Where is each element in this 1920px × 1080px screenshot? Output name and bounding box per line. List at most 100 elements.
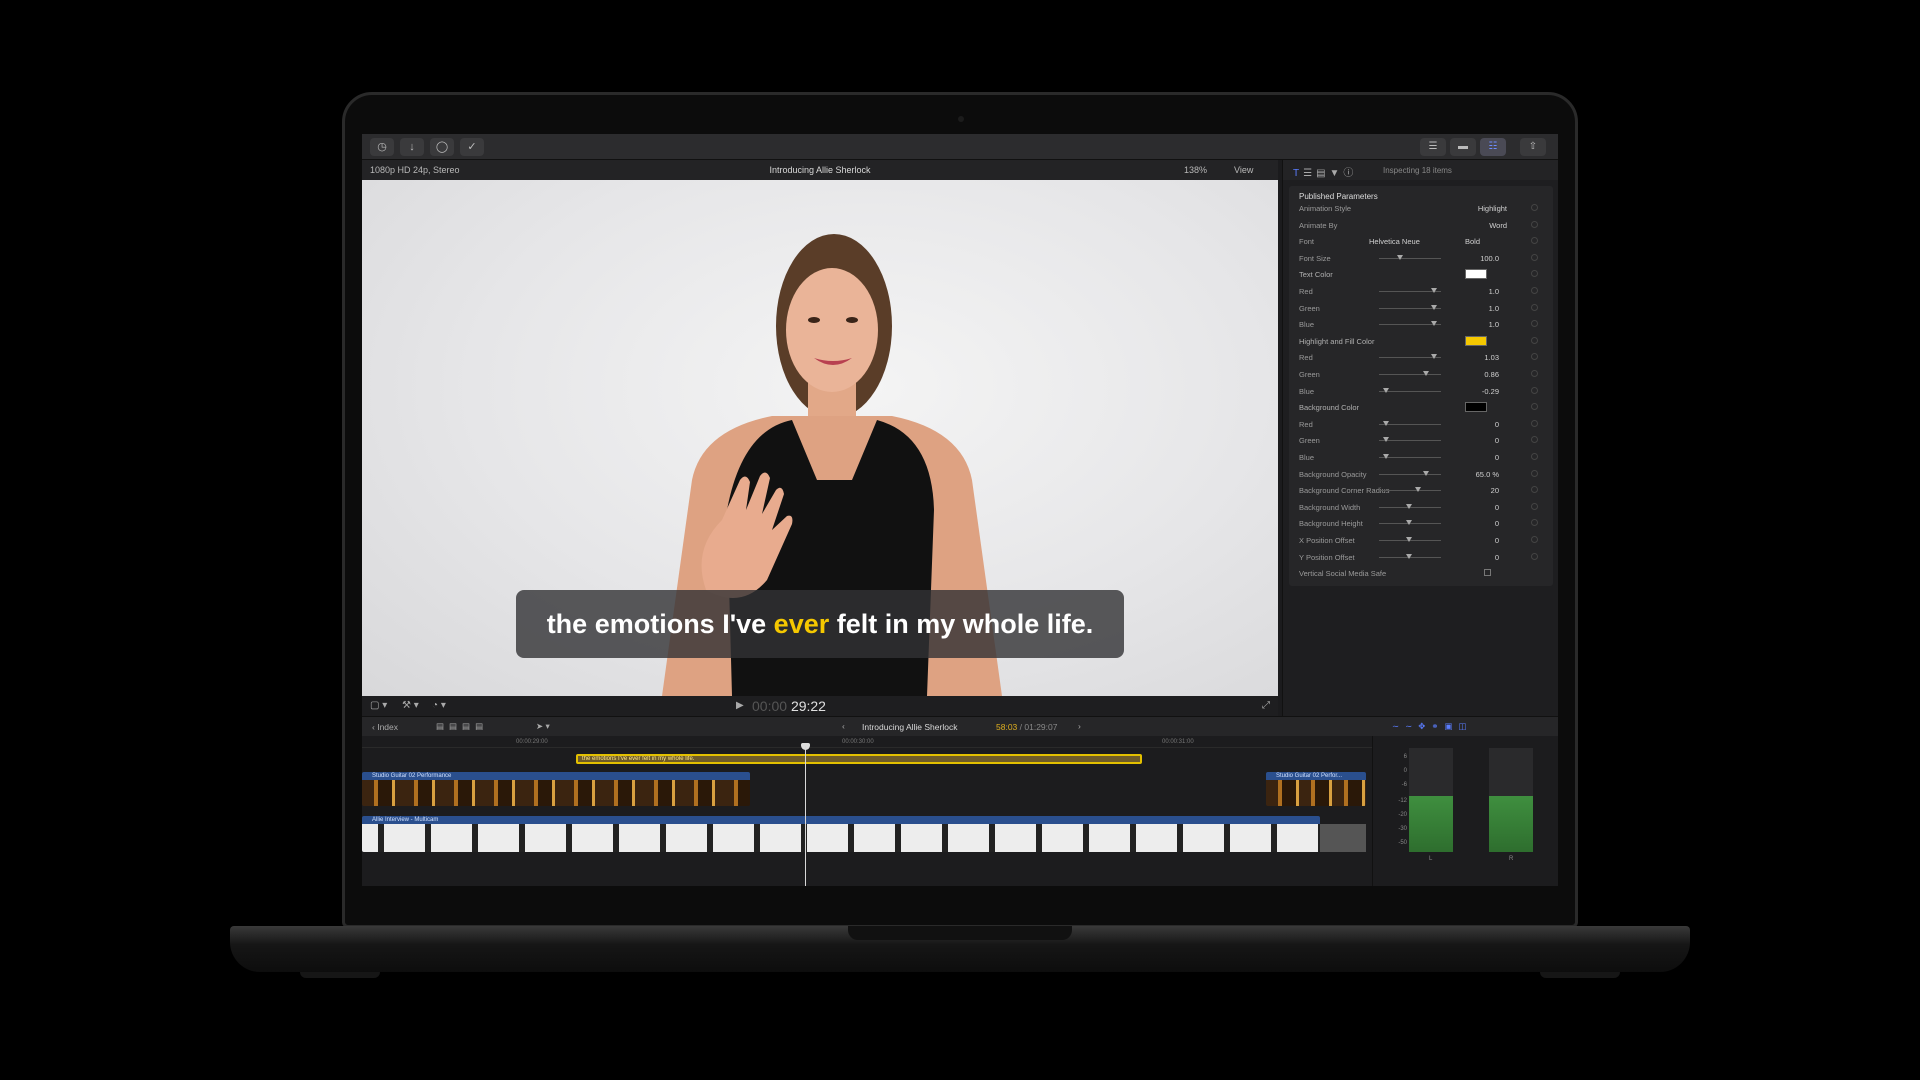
param-value[interactable]: 0.86 (1465, 370, 1499, 379)
param-slider[interactable] (1379, 354, 1441, 360)
reset-icon[interactable] (1531, 502, 1538, 510)
param-value[interactable]: 0 (1465, 536, 1499, 545)
param-row-hl-color[interactable]: Highlight and Fill Color (1289, 333, 1553, 349)
param-row-bg-opacity[interactable]: Background Opacity 65.0 % (1289, 466, 1553, 482)
share-icon[interactable]: ⇧ (1520, 138, 1546, 156)
index-button[interactable]: ‹ Index (372, 722, 398, 732)
reset-icon[interactable] (1531, 436, 1538, 444)
reset-icon[interactable] (1531, 270, 1538, 278)
reset-icon[interactable] (1531, 370, 1538, 377)
param-slider[interactable] (1379, 437, 1441, 443)
reset-icon[interactable] (1531, 469, 1538, 477)
param-row-animation-style[interactable]: Animation Style Highlight (1289, 200, 1553, 216)
slider-knob[interactable] (1406, 553, 1412, 559)
param-value[interactable]: 0 (1465, 519, 1499, 528)
text-tab-icon[interactable]: T (1293, 168, 1303, 179)
reset-icon[interactable] (1531, 237, 1538, 245)
param-slider[interactable] (1379, 553, 1441, 559)
param-row-text-color[interactable]: Text Color (1289, 266, 1553, 282)
slider-knob[interactable] (1415, 487, 1421, 493)
slider-knob[interactable] (1383, 454, 1389, 459)
inspector-tabs[interactable]: T☰▤▼ⓘ (1293, 164, 1357, 179)
interview-clip[interactable]: Allie Interview - Multicam (362, 816, 1320, 852)
color-swatch[interactable] (1465, 269, 1487, 280)
timeline-area[interactable]: 00:00:29:00 00:00:30:00 00:00:31:00 the … (362, 736, 1372, 886)
reset-icon[interactable] (1531, 220, 1538, 228)
reset-icon[interactable] (1531, 486, 1538, 494)
param-row-bg-height[interactable]: Background Height 0 (1289, 515, 1553, 531)
color-swatch[interactable] (1465, 402, 1487, 413)
param-slider[interactable] (1379, 288, 1441, 293)
slider-knob[interactable] (1431, 321, 1437, 327)
param-row-font[interactable]: Font Helvetica Neue Bold (1289, 233, 1553, 249)
reset-icon[interactable] (1531, 353, 1538, 361)
reset-icon[interactable] (1531, 403, 1538, 411)
param-value[interactable]: 0 (1465, 453, 1499, 462)
param-value[interactable]: 100.0 (1465, 254, 1499, 263)
edit-tools-icon[interactable]: ▤▤▤▤ (436, 721, 488, 732)
param-row-bg-width[interactable]: Background Width 0 (1289, 499, 1553, 515)
reset-icon[interactable] (1531, 253, 1538, 261)
slider-knob[interactable] (1383, 420, 1389, 426)
reset-icon[interactable] (1531, 536, 1538, 543)
reset-icon[interactable] (1531, 287, 1538, 294)
playhead[interactable] (805, 746, 806, 886)
param-slider[interactable] (1379, 503, 1441, 509)
param-value[interactable]: -0.29 (1465, 387, 1499, 396)
video-viewer[interactable]: the emotions I've ever felt in my whole … (362, 180, 1278, 696)
param-row-x-offset[interactable]: X Position Offset 0 (1289, 532, 1553, 548)
transform-icon[interactable]: ▢ ▾ (370, 700, 387, 711)
param-slider[interactable] (1379, 371, 1441, 376)
reset-icon[interactable] (1531, 386, 1538, 394)
key-icon[interactable]: ◯ (430, 138, 454, 156)
param-row-hl-red[interactable]: Red 1.03 (1289, 349, 1553, 365)
slider-knob[interactable] (1406, 520, 1412, 526)
project-name[interactable]: Introducing Allie Sherlock (862, 722, 957, 732)
param-value[interactable]: 0 (1465, 553, 1499, 562)
reset-icon[interactable] (1531, 519, 1538, 527)
param-slider[interactable] (1379, 254, 1441, 260)
param-row-y-offset[interactable]: Y Position Offset 0 (1289, 549, 1553, 565)
param-row-font-size[interactable]: Font Size 100.0 (1289, 250, 1553, 266)
font-weight-popup[interactable]: Bold (1465, 237, 1480, 246)
checkbox[interactable] (1484, 569, 1491, 577)
back-icon[interactable]: ‹ (842, 721, 845, 731)
reset-icon[interactable] (1531, 453, 1538, 460)
param-slider[interactable] (1379, 321, 1441, 327)
param-row-bg-blue[interactable]: Blue 0 (1289, 449, 1553, 465)
slider-knob[interactable] (1423, 470, 1429, 476)
play-icon[interactable]: ▶ (736, 700, 744, 711)
color-swatch[interactable] (1465, 335, 1487, 346)
reset-icon[interactable] (1531, 320, 1538, 328)
speed-icon[interactable]: ◔ ▾ (432, 700, 446, 711)
font-family-popup[interactable]: Helvetica Neue (1369, 237, 1420, 246)
download-icon[interactable]: ↓ (400, 138, 424, 156)
param-row-text-red[interactable]: Red 1.0 (1289, 283, 1553, 299)
import-icon[interactable]: ◷ (370, 138, 394, 156)
slider-knob[interactable] (1383, 437, 1389, 443)
timeline-icon[interactable]: ▬ (1450, 138, 1476, 156)
slider-knob[interactable] (1397, 254, 1403, 260)
param-value[interactable]: 0 (1465, 503, 1499, 512)
param-slider[interactable] (1379, 520, 1441, 526)
slider-knob[interactable] (1431, 288, 1437, 293)
slider-knob[interactable] (1431, 304, 1437, 310)
inspector-icon[interactable]: ☷ (1480, 138, 1506, 156)
param-row-animate-by[interactable]: Animate By Word (1289, 217, 1553, 233)
param-row-text-blue[interactable]: Blue 1.0 (1289, 316, 1553, 332)
param-value[interactable]: 0 (1465, 436, 1499, 445)
reset-icon[interactable] (1531, 552, 1538, 560)
enhance-icon[interactable]: ⚒ ▾ (402, 700, 419, 711)
param-slider[interactable] (1379, 537, 1441, 542)
reset-icon[interactable] (1531, 336, 1538, 344)
param-slider[interactable] (1379, 304, 1441, 310)
guitar-clip-end[interactable]: Studio Guitar 02 Perfor... (1266, 772, 1366, 806)
slider-knob[interactable] (1423, 371, 1429, 376)
forward-icon[interactable]: › (1078, 721, 1081, 731)
zoom-menu[interactable]: 138% (1184, 165, 1207, 175)
slider-knob[interactable] (1383, 387, 1389, 393)
param-row-bg-red[interactable]: Red 0 (1289, 416, 1553, 432)
param-value[interactable]: 1.03 (1465, 353, 1499, 362)
param-slider[interactable] (1379, 487, 1441, 493)
param-slider[interactable] (1379, 470, 1441, 476)
